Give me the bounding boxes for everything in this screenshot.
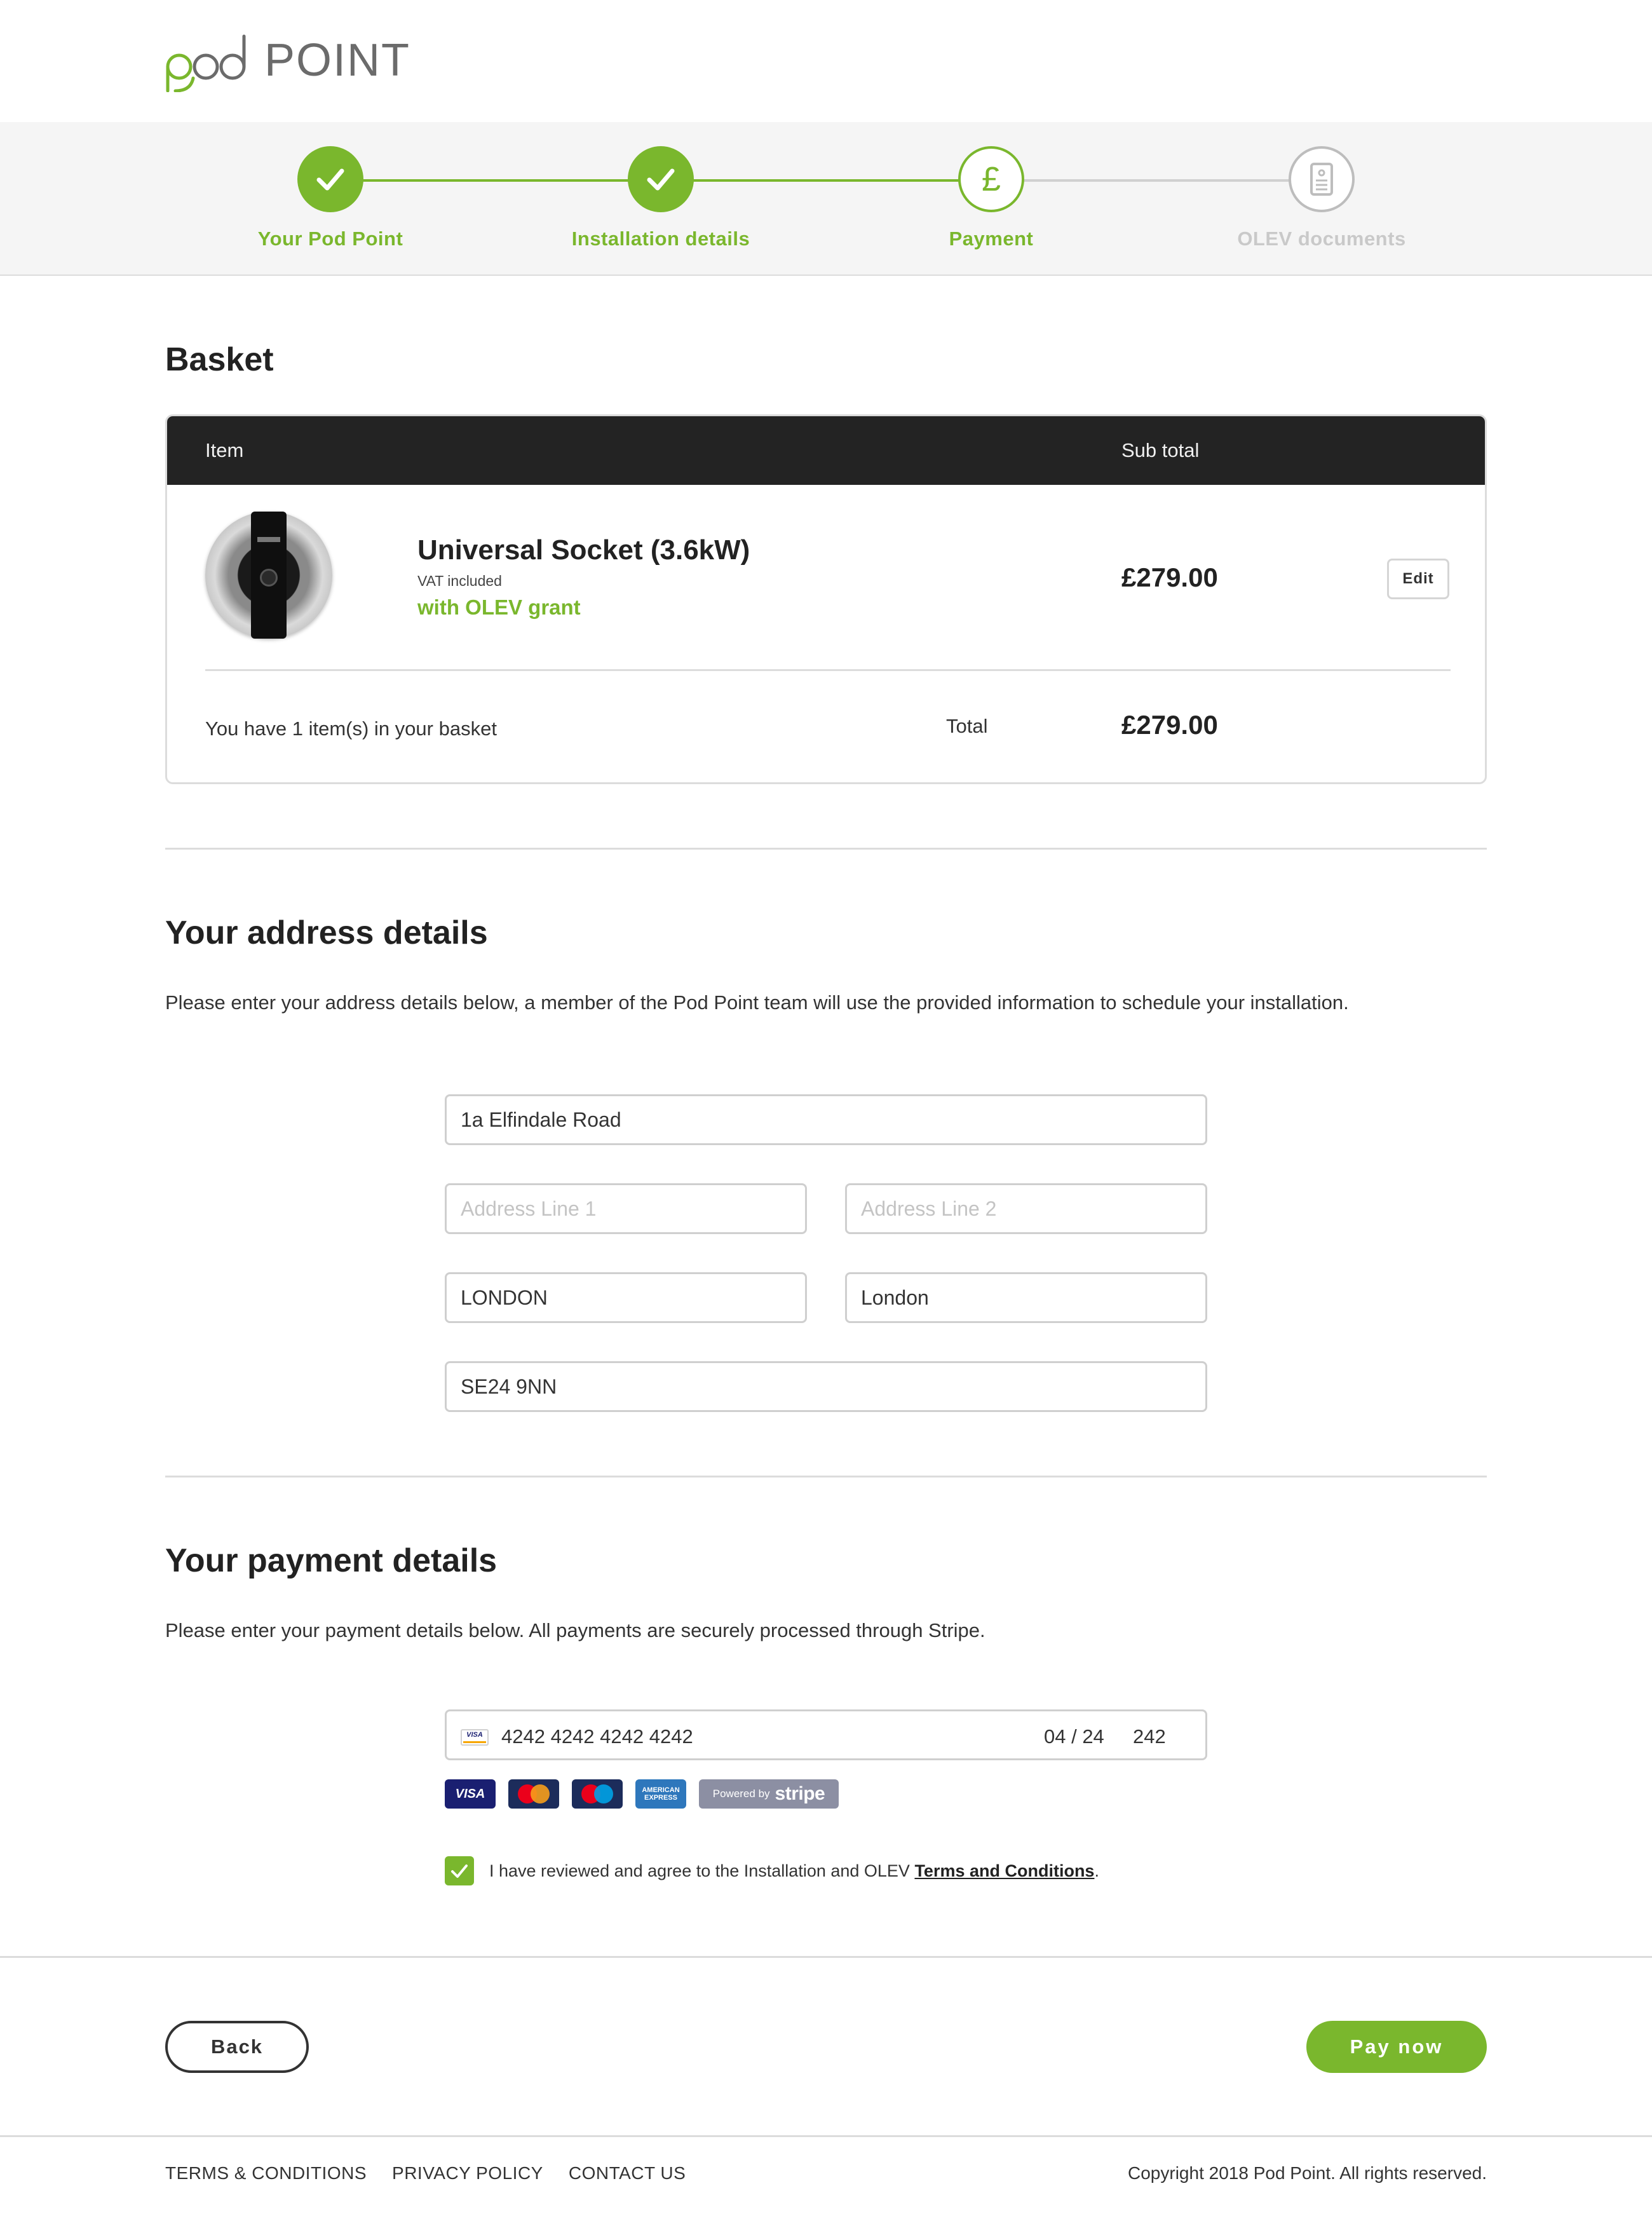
step-payment: £ Payment [864, 146, 1118, 250]
visa-badge-icon: VISA [445, 1779, 496, 1809]
address-intro: Please enter your address details below,… [165, 991, 1349, 1014]
terms-text: I have reviewed and agree to the Install… [489, 1861, 1099, 1881]
logo-wordmark: POINT [264, 35, 411, 86]
step-label: Your Pod Point [257, 228, 403, 250]
town-input[interactable] [445, 1272, 807, 1323]
footer-divider [0, 2135, 1652, 2137]
column-header-item: Item [205, 439, 244, 461]
card-cvc[interactable]: 242 [1133, 1725, 1166, 1748]
step-your-pod-point[interactable]: Your Pod Point [203, 146, 457, 250]
checkout-progress: Your Pod Point Installation details £ Pa… [0, 122, 1652, 276]
actions-divider [0, 1956, 1652, 1958]
address-title: Your address details [165, 914, 488, 951]
section-divider [165, 848, 1487, 850]
product-price: £279.00 [1121, 562, 1218, 592]
step-label: Payment [949, 228, 1034, 250]
basket-item-count: You have 1 item(s) in your basket [205, 717, 497, 740]
card-expiry[interactable]: 04 / 24 [1044, 1725, 1104, 1748]
address-line2-input[interactable] [845, 1183, 1207, 1234]
card-input[interactable]: VISA 4242 4242 4242 4242 04 / 24 242 [445, 1709, 1207, 1760]
step-installation-details[interactable]: Installation details [534, 146, 788, 250]
edit-item-button[interactable]: Edit [1387, 559, 1449, 599]
total-label: Total [946, 715, 988, 737]
pound-icon: £ [958, 146, 1024, 212]
card-number[interactable]: 4242 4242 4242 4242 [501, 1725, 693, 1748]
postcode-input[interactable] [445, 1361, 1207, 1412]
county-input[interactable] [845, 1272, 1207, 1323]
copyright-text: Copyright 2018 Pod Point. All rights res… [1128, 2163, 1487, 2183]
pod-logo-icon [166, 34, 246, 92]
address-line1-input[interactable] [445, 1183, 807, 1234]
product-image [205, 512, 332, 639]
stripe-prefix: Powered by [712, 1788, 770, 1800]
contact-us-link[interactable]: CONTACT US [569, 2163, 686, 2183]
back-button[interactable]: Back [165, 2021, 309, 2073]
check-icon [297, 146, 363, 212]
basket-table: Item Sub total Universal Socket (3.6kW) … [165, 414, 1487, 784]
terms-text-end: . [1094, 1861, 1099, 1880]
maestro-badge-icon [572, 1779, 623, 1809]
total-value: £279.00 [1121, 710, 1218, 740]
vat-note: VAT included [417, 573, 502, 589]
payment-intro: Please enter your payment details below.… [165, 1619, 985, 1641]
check-icon [628, 146, 694, 212]
pay-now-button[interactable]: Pay now [1306, 2021, 1487, 2073]
terms-conditions-link[interactable]: TERMS & CONDITIONS [165, 2163, 367, 2183]
payment-title: Your payment details [165, 1542, 498, 1579]
payment-badges: VISA AMERICAN EXPRESS Powered by stripe [445, 1779, 839, 1809]
powered-by-stripe-badge: Powered by stripe [699, 1779, 839, 1809]
svg-text:£: £ [982, 160, 1001, 198]
basket-header-row: Item Sub total [167, 416, 1485, 485]
privacy-policy-link[interactable]: PRIVACY POLICY [392, 2163, 543, 2183]
amex-badge-icon: AMERICAN EXPRESS [635, 1779, 686, 1809]
step-label: Installation details [571, 228, 750, 250]
divider [205, 669, 1451, 671]
column-header-subtotal: Sub total [1121, 439, 1200, 461]
basket-title: Basket [165, 341, 274, 378]
check-icon [451, 1864, 468, 1878]
terms-checkbox[interactable] [445, 1856, 474, 1885]
visa-card-icon: VISA [461, 1729, 489, 1746]
pod-point-logo[interactable]: POINT [165, 25, 410, 95]
site-header: POINT [0, 0, 1652, 122]
stripe-wordmark: stripe [775, 1783, 825, 1804]
product-name: Universal Socket (3.6kW) [417, 534, 750, 566]
terms-agreement: I have reviewed and agree to the Install… [445, 1856, 1099, 1886]
terms-text-lead: I have reviewed and agree to the Install… [489, 1861, 915, 1880]
olev-grant-label: with OLEV grant [417, 595, 581, 619]
mastercard-badge-icon [508, 1779, 559, 1809]
step-label: OLEV documents [1237, 228, 1406, 250]
step-olev-documents: OLEV documents [1195, 146, 1449, 250]
section-divider [165, 1476, 1487, 1477]
address-lookup-input[interactable] [445, 1094, 1207, 1145]
terms-link[interactable]: Terms and Conditions [914, 1861, 1094, 1880]
document-icon [1289, 146, 1355, 212]
footer-links: TERMS & CONDITIONS PRIVACY POLICY CONTAC… [165, 2163, 686, 2183]
